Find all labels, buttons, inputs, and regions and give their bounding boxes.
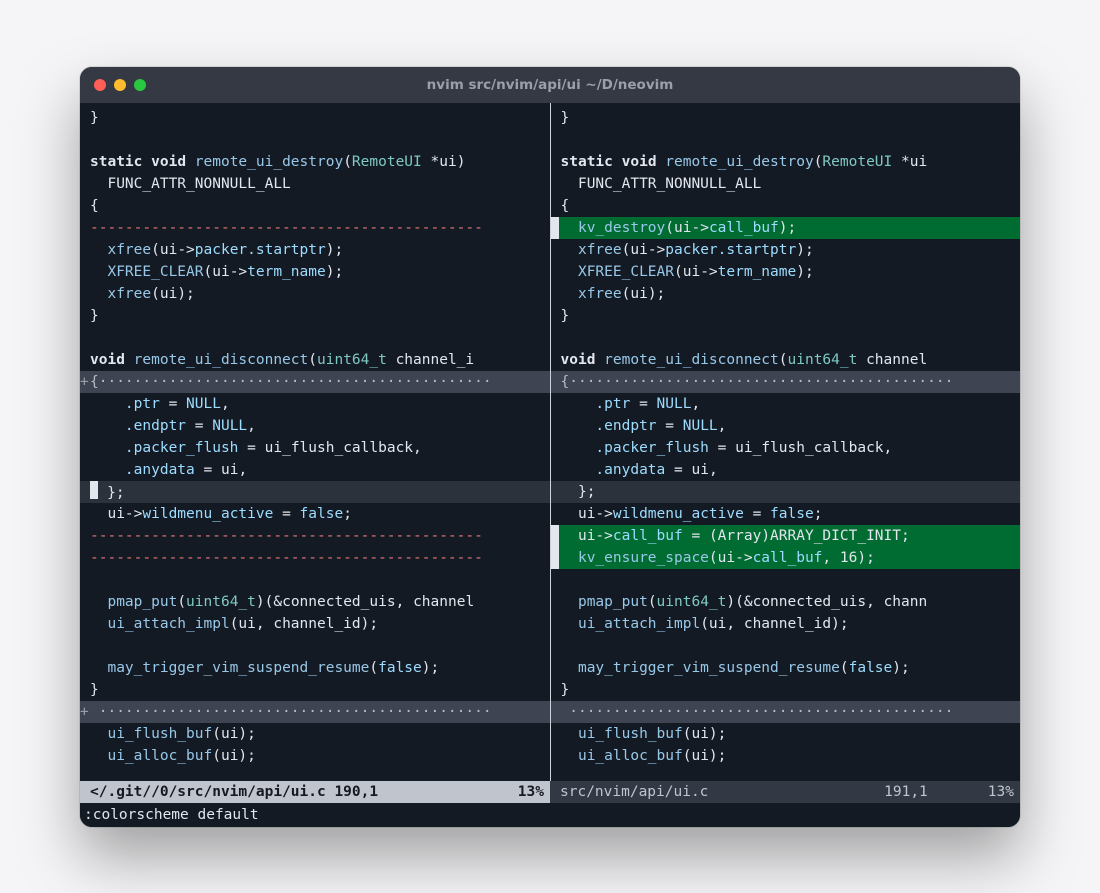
code-line: { xyxy=(551,195,1021,217)
code-line: .endptr = NULL, xyxy=(80,415,550,437)
code-line: ui_flush_buf(ui); xyxy=(551,723,1021,745)
status-path-left: </.git//0/src/nvim/api/ui.c xyxy=(90,781,326,803)
code-line: .packer_flush = ui_flush_callback, xyxy=(80,437,550,459)
code-line: ----------------------------------------… xyxy=(80,547,550,569)
code-line: ----------------------------------------… xyxy=(80,217,550,239)
code-line: void remote_ui_disconnect(uint64_t chann… xyxy=(551,349,1021,371)
code-line: pmap_put(uint64_t)(&connected_uis, chann… xyxy=(80,591,550,613)
code-line: {·······································… xyxy=(551,371,1021,393)
maximize-icon[interactable] xyxy=(134,79,146,91)
code-line: kv_ensure_space(ui->call_buf, 16); xyxy=(551,547,1021,569)
code-line: FUNC_ATTR_NONNULL_ALL xyxy=(551,173,1021,195)
code-line: ui_flush_buf(ui); xyxy=(80,723,550,745)
editor[interactable]: } static void remote_ui_destroy(RemoteUI… xyxy=(80,103,1020,827)
code-line: pmap_put(uint64_t)(&connected_uis, chann xyxy=(551,591,1021,613)
code-line: } xyxy=(80,107,550,129)
code-line: .packer_flush = ui_flush_callback, xyxy=(551,437,1021,459)
code-line: ui->wildmenu_active = false; xyxy=(80,503,550,525)
code-line: xfree(ui->packer.startptr); xyxy=(551,239,1021,261)
code-line: .anydata = ui, xyxy=(551,459,1021,481)
terminal-window: nvim src/nvim/api/ui ~/D/neovim } static… xyxy=(80,67,1020,827)
code-line: } xyxy=(551,679,1021,701)
code-line xyxy=(80,569,550,591)
code-line xyxy=(551,569,1021,591)
diff-sign xyxy=(551,547,559,569)
fold-icon[interactable]: + xyxy=(80,701,88,723)
code-line: } xyxy=(80,305,550,327)
code-line xyxy=(551,635,1021,657)
code-line xyxy=(551,327,1021,349)
code-line: void remote_ui_disconnect(uint64_t chann… xyxy=(80,349,550,371)
code-line: may_trigger_vim_suspend_resume(false); xyxy=(551,657,1021,679)
code-line: } xyxy=(80,679,550,701)
code-line: +{······································… xyxy=(80,371,550,393)
close-icon[interactable] xyxy=(94,79,106,91)
code-line: .endptr = NULL, xyxy=(551,415,1021,437)
code-line: .ptr = NULL, xyxy=(551,393,1021,415)
code-line: { xyxy=(80,195,550,217)
code-line: ui_alloc_buf(ui); xyxy=(80,745,550,767)
diff-pane-right[interactable]: } static void remote_ui_destroy(RemoteUI… xyxy=(551,103,1021,781)
code-line: static void remote_ui_destroy(RemoteUI *… xyxy=(80,151,550,173)
status-bars: </.git//0/src/nvim/api/ui.c 190,1 13% sr… xyxy=(80,781,1020,803)
code-line xyxy=(80,327,550,349)
code-line: kv_destroy(ui->call_buf); xyxy=(551,217,1021,239)
code-line: xfree(ui); xyxy=(551,283,1021,305)
status-left: </.git//0/src/nvim/api/ui.c 190,1 13% xyxy=(80,781,550,803)
titlebar: nvim src/nvim/api/ui ~/D/neovim xyxy=(80,67,1020,103)
code-line: .anydata = ui, xyxy=(80,459,550,481)
command-line[interactable]: :colorscheme default xyxy=(80,803,1020,827)
status-pct-left: 13% xyxy=(518,781,544,803)
code-line: ----------------------------------------… xyxy=(80,525,550,547)
code-line: may_trigger_vim_suspend_resume(false); xyxy=(80,657,550,679)
diff-sign xyxy=(551,525,559,547)
code-line: } xyxy=(551,107,1021,129)
minimize-icon[interactable] xyxy=(114,79,126,91)
status-pos-left: 190,1 xyxy=(334,781,378,803)
code-line: xfree(ui); xyxy=(80,283,550,305)
code-line xyxy=(80,635,550,657)
code-line xyxy=(551,129,1021,151)
code-line: + ······································… xyxy=(80,701,550,723)
diff-sign xyxy=(551,217,559,239)
diff-pane-left[interactable]: } static void remote_ui_destroy(RemoteUI… xyxy=(80,103,551,781)
code-line: }; xyxy=(551,481,1021,503)
code-line: ········································… xyxy=(551,701,1021,723)
code-line: ui_attach_impl(ui, channel_id); xyxy=(551,613,1021,635)
code-line: ui->call_buf = (Array)ARRAY_DICT_INIT; xyxy=(551,525,1021,547)
code-line: xfree(ui->packer.startptr); xyxy=(80,239,550,261)
code-line xyxy=(80,129,550,151)
code-line: ui->wildmenu_active = false; xyxy=(551,503,1021,525)
code-line: static void remote_ui_destroy(RemoteUI *… xyxy=(551,151,1021,173)
cursor xyxy=(90,481,98,500)
code-line: } xyxy=(551,305,1021,327)
code-line: ui_alloc_buf(ui); xyxy=(551,745,1021,767)
status-pct-right: 13% xyxy=(988,781,1014,803)
code-line: }; xyxy=(80,481,550,504)
code-line: FUNC_ATTR_NONNULL_ALL xyxy=(80,173,550,195)
traffic-lights xyxy=(80,79,146,91)
fold-icon[interactable]: + xyxy=(80,371,88,393)
code-line: ui_attach_impl(ui, channel_id); xyxy=(80,613,550,635)
command-text: :colorscheme default xyxy=(84,804,259,826)
status-right: src/nvim/api/ui.c 191,1 13% xyxy=(550,781,1020,803)
window-title: nvim src/nvim/api/ui ~/D/neovim xyxy=(80,77,1020,93)
code-line: XFREE_CLEAR(ui->term_name); xyxy=(551,261,1021,283)
code-line: XFREE_CLEAR(ui->term_name); xyxy=(80,261,550,283)
code-line: .ptr = NULL, xyxy=(80,393,550,415)
diff-panes: } static void remote_ui_destroy(RemoteUI… xyxy=(80,103,1020,781)
status-path-right: src/nvim/api/ui.c xyxy=(560,781,708,803)
status-pos-right: 191,1 xyxy=(884,781,928,803)
